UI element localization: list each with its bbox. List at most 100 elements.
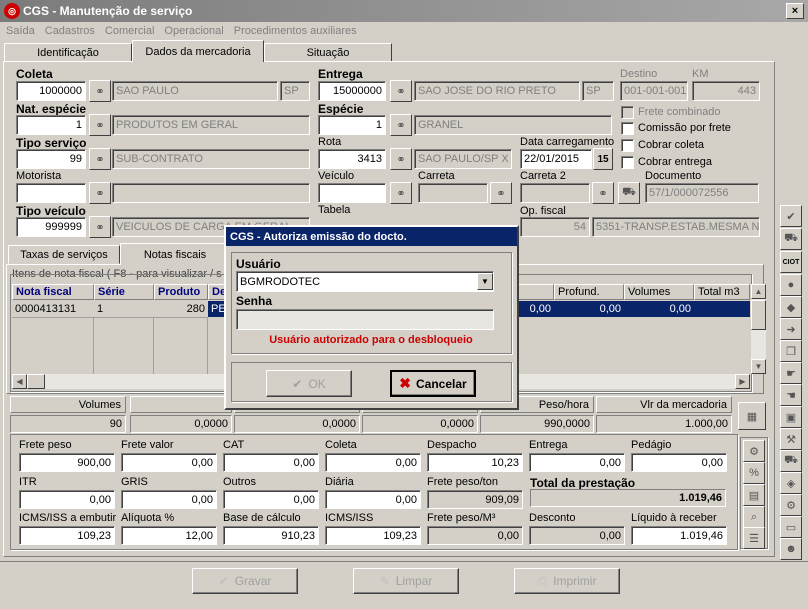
data-carregamento-input[interactable]: 22/01/2015 bbox=[520, 149, 592, 169]
row-produto[interactable]: 280 bbox=[154, 301, 208, 317]
docs-icon[interactable]: ❐ bbox=[780, 340, 802, 362]
circle-icon[interactable]: ● bbox=[780, 274, 802, 296]
rota-input[interactable]: 3413 bbox=[318, 149, 386, 169]
hammer-icon[interactable]: ⚒ bbox=[780, 428, 802, 450]
person-icon[interactable]: ☻ bbox=[780, 538, 802, 560]
hand2-icon[interactable]: ☚ bbox=[780, 384, 802, 406]
freight-value[interactable]: 109,23 bbox=[325, 526, 421, 545]
cobrar-coleta-checkbox[interactable] bbox=[621, 139, 634, 152]
cancel-button[interactable]: ✖ Cancelar bbox=[390, 370, 476, 397]
freight-value[interactable]: 0,00 bbox=[529, 453, 625, 472]
coleta-input[interactable]: 1000000 bbox=[16, 81, 86, 101]
especie-input[interactable]: 1 bbox=[318, 115, 386, 135]
tipo-veiculo-input[interactable]: 999999 bbox=[16, 217, 86, 237]
entrega-input[interactable]: 15000000 bbox=[318, 81, 386, 101]
chevron-down-icon[interactable]: ▼ bbox=[477, 273, 493, 290]
check-icon[interactable]: ✔ bbox=[780, 205, 802, 227]
veiculo-binoculars-icon[interactable]: ⚭ bbox=[390, 182, 412, 204]
col-serie[interactable]: Série bbox=[94, 284, 154, 300]
motorista-binoculars-icon[interactable]: ⚭ bbox=[89, 182, 111, 204]
freight-value[interactable]: 0,00 bbox=[223, 453, 319, 472]
gear-icon[interactable]: ⚙ bbox=[780, 494, 802, 516]
freight-value[interactable]: 0,00 bbox=[325, 490, 421, 509]
menu-cadastros[interactable]: Cadastros bbox=[45, 25, 95, 37]
gravar-button[interactable]: ✔ Gravar bbox=[192, 568, 298, 594]
tab-dados-mercadoria[interactable]: Dados da mercadoria bbox=[132, 40, 264, 62]
col-nota-fiscal[interactable]: Nota fiscal bbox=[12, 284, 94, 300]
row-nota-fiscal[interactable]: 0000413131 bbox=[12, 301, 94, 317]
imprimir-button[interactable]: ⎙ Imprimir bbox=[514, 568, 620, 594]
ok-button[interactable]: ✔ OK bbox=[266, 370, 352, 397]
usuario-select[interactable]: BGMRODOTEC bbox=[236, 271, 494, 292]
freight-value[interactable]: 109,23 bbox=[19, 526, 115, 545]
freight-value[interactable]: 0,00 bbox=[223, 490, 319, 509]
scroll-down-icon[interactable]: ▼ bbox=[751, 359, 766, 374]
close-button[interactable]: × bbox=[786, 3, 804, 19]
freight-value[interactable]: 12,00 bbox=[121, 526, 217, 545]
freight-value[interactable]: 0,00 bbox=[121, 453, 217, 472]
col-produto[interactable]: Produto bbox=[154, 284, 208, 300]
calculator-icon[interactable]: ▤ bbox=[743, 484, 765, 506]
tab-taxas-servicos[interactable]: Taxas de serviços bbox=[8, 245, 120, 264]
map-icon[interactable]: ▣ bbox=[780, 406, 802, 428]
tipo-servico-binoculars-icon[interactable]: ⚭ bbox=[89, 148, 111, 170]
freight-value[interactable]: 0,00 bbox=[19, 490, 115, 509]
tab-situacao[interactable]: Situação bbox=[264, 43, 392, 62]
freight-value[interactable]: 10,23 bbox=[427, 453, 523, 472]
carreta2-binoculars-icon[interactable]: ⚭ bbox=[592, 182, 614, 204]
rota-binoculars-icon[interactable]: ⚭ bbox=[390, 148, 412, 170]
search-doc-icon[interactable]: ⌕ bbox=[743, 506, 765, 528]
freight-value[interactable]: 0,00 bbox=[121, 490, 217, 509]
carreta-binoculars-icon[interactable]: ⚭ bbox=[490, 182, 512, 204]
entrega-lookup-binoculars-icon[interactable]: ⚭ bbox=[390, 80, 412, 102]
limpar-button[interactable]: ✎ Limpar bbox=[353, 568, 459, 594]
percent-doc-icon[interactable]: % bbox=[743, 462, 765, 484]
veiculo-input[interactable] bbox=[318, 183, 386, 203]
gear-doc-icon[interactable]: ⚙ bbox=[743, 440, 765, 462]
freight-value[interactable]: 900,00 bbox=[19, 453, 115, 472]
row-serie[interactable]: 1 bbox=[94, 301, 154, 317]
calendar-icon[interactable]: 15 bbox=[593, 148, 613, 170]
motorista-input[interactable] bbox=[16, 183, 86, 203]
freight-value[interactable]: 0,00 bbox=[631, 453, 727, 472]
col-blank[interactable] bbox=[518, 284, 554, 300]
especie-binoculars-icon[interactable]: ⚭ bbox=[390, 114, 412, 136]
menu-operacional[interactable]: Operacional bbox=[164, 25, 223, 37]
shield-icon[interactable]: ◈ bbox=[780, 472, 802, 494]
freight-value[interactable]: 910,23 bbox=[223, 526, 319, 545]
menu-saida[interactable]: Saída bbox=[6, 25, 35, 37]
arrow-doc-icon[interactable]: ➜ bbox=[780, 318, 802, 340]
tab-identificacao[interactable]: Identificação bbox=[4, 43, 132, 62]
spreadsheet-icon[interactable]: ▦ bbox=[738, 402, 766, 430]
menu-comercial[interactable]: Comercial bbox=[105, 25, 155, 37]
nat-especie-input[interactable]: 1 bbox=[16, 115, 86, 135]
col-total-m3[interactable]: Total m3 bbox=[694, 284, 750, 300]
scroll-left-icon[interactable]: ◀ bbox=[12, 374, 27, 389]
comissao-frete-checkbox[interactable] bbox=[621, 122, 634, 135]
ciot-icon[interactable]: CIOT bbox=[780, 251, 802, 273]
tag-icon[interactable]: ◆ bbox=[780, 296, 802, 318]
truck2-icon[interactable]: ⛟ bbox=[780, 450, 802, 472]
senha-input[interactable] bbox=[236, 309, 494, 330]
col-profund[interactable]: Profund. bbox=[554, 284, 624, 300]
tipo-veiculo-binoculars-icon[interactable]: ⚭ bbox=[89, 216, 111, 238]
scroll-right-icon[interactable]: ▶ bbox=[735, 374, 750, 389]
col-volumes[interactable]: Volumes bbox=[624, 284, 694, 300]
menu-procedimentos[interactable]: Procedimentos auxiliares bbox=[234, 25, 357, 37]
freight-value[interactable]: 1.019,46 bbox=[631, 526, 727, 545]
doc-icon[interactable]: ▭ bbox=[780, 516, 802, 538]
hand-icon[interactable]: ☛ bbox=[780, 362, 802, 384]
coleta-lookup-binoculars-icon[interactable]: ⚭ bbox=[89, 80, 111, 102]
truck-lookup-icon[interactable]: ⛟ bbox=[618, 182, 640, 204]
cobrar-entrega-checkbox[interactable] bbox=[621, 156, 634, 169]
scroll-up-icon[interactable]: ▲ bbox=[751, 284, 766, 299]
truck-icon[interactable]: ⛟ bbox=[780, 228, 802, 250]
scroll-thumb[interactable] bbox=[751, 300, 766, 330]
tipo-servico-input[interactable]: 99 bbox=[16, 149, 86, 169]
list-doc-icon[interactable]: ☰ bbox=[743, 527, 765, 549]
freight-value[interactable]: 0,00 bbox=[325, 453, 421, 472]
frete-combinado-checkbox[interactable] bbox=[621, 106, 634, 119]
nat-especie-binoculars-icon[interactable]: ⚭ bbox=[89, 114, 111, 136]
hscroll-thumb[interactable] bbox=[27, 374, 45, 389]
tab-notas-fiscais[interactable]: Notas fiscais bbox=[120, 243, 230, 265]
